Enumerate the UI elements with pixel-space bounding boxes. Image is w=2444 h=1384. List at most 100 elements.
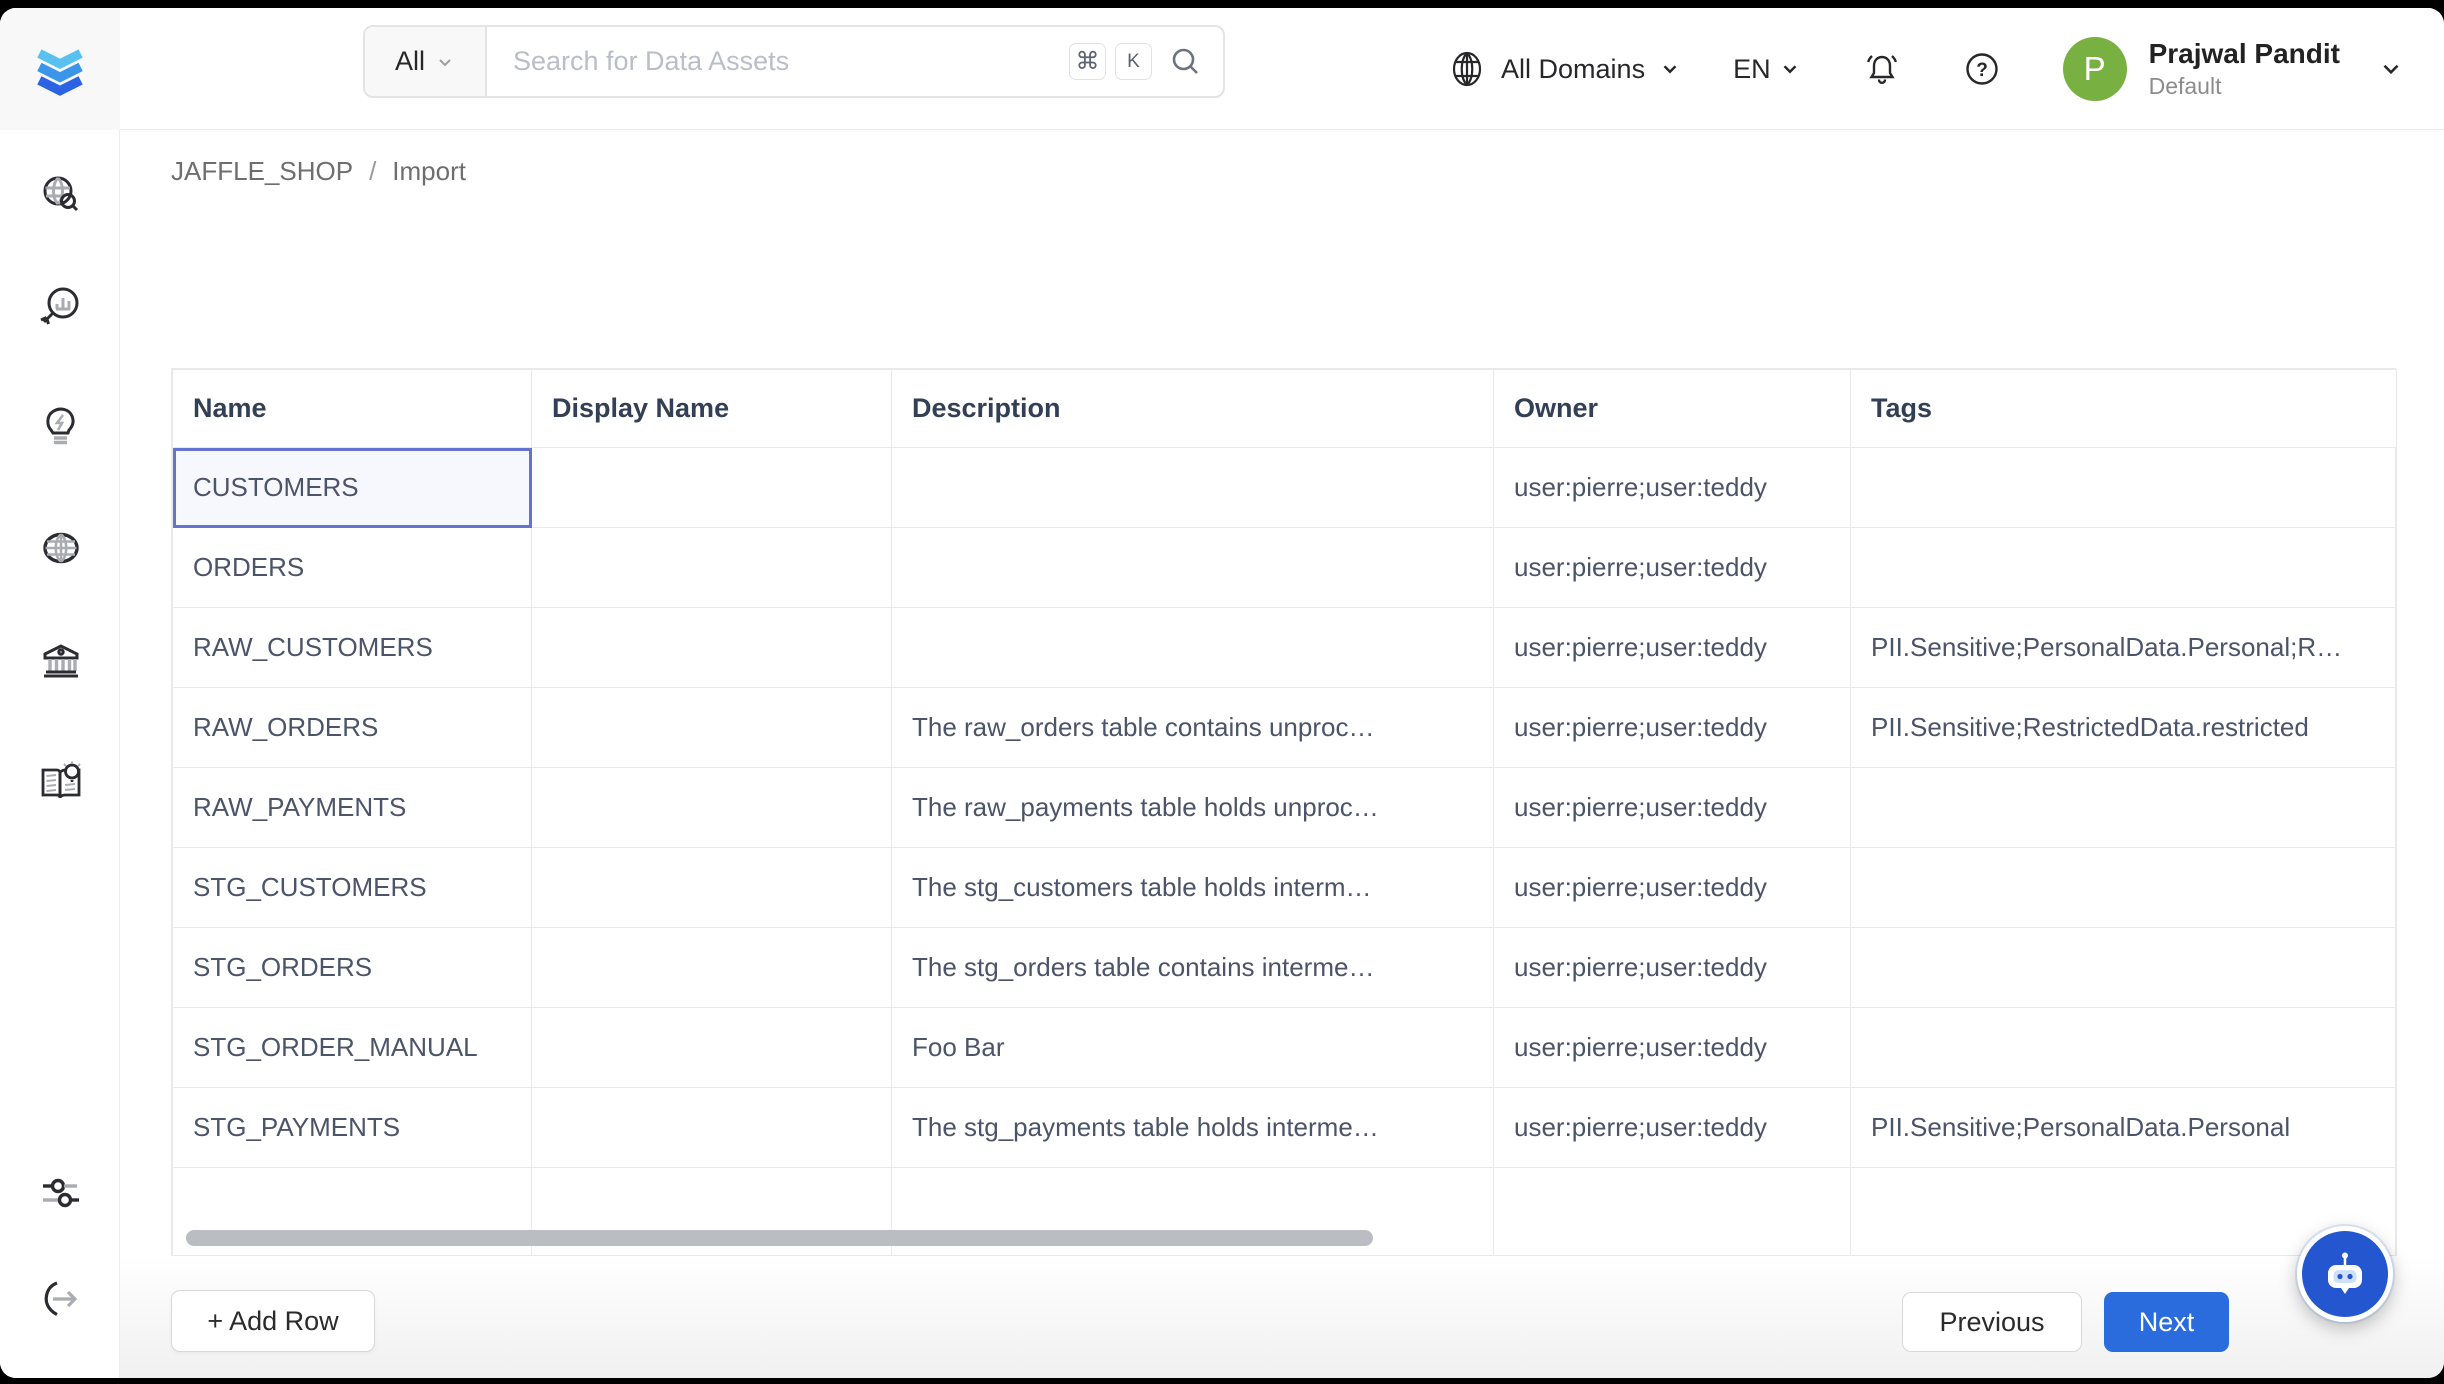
global-search: All ⌘ K — [363, 25, 1225, 98]
cell-display-name[interactable] — [532, 768, 892, 848]
cell-name[interactable]: STG_ORDER_MANUAL — [173, 1008, 532, 1088]
cell-display-name[interactable] — [532, 1008, 892, 1088]
explore-icon — [37, 172, 85, 220]
search-input[interactable] — [487, 46, 1069, 77]
topbar: All ⌘ K All Domains — [120, 8, 2444, 130]
breadcrumb: JAFFLE_SHOP / Import — [171, 156, 466, 187]
cell-tags[interactable] — [1851, 448, 2397, 528]
cell-description[interactable]: The stg_payments table holds interme… — [892, 1088, 1494, 1168]
cell-owner[interactable]: user:pierre;user:teddy — [1494, 768, 1851, 848]
language-selector[interactable]: EN — [1733, 54, 1801, 85]
sidebar-item-domains[interactable] — [36, 523, 86, 573]
cell-tags[interactable] — [1851, 848, 2397, 928]
search-filter-select[interactable]: All — [365, 27, 487, 96]
sidebar-item-insights[interactable] — [36, 402, 86, 452]
cell-tags[interactable]: PII.Sensitive;PersonalData.Personal;R… — [1851, 608, 2397, 688]
cell-owner[interactable]: user:pierre;user:teddy — [1494, 688, 1851, 768]
globe-icon — [1447, 49, 1487, 89]
breadcrumb-current: Import — [392, 156, 466, 187]
cell-owner[interactable]: user:pierre;user:teddy — [1494, 448, 1851, 528]
cmd-key-badge: ⌘ — [1069, 43, 1106, 80]
table-row: STG_ORDER_MANUAL Foo Baruser:pierre;user:… — [173, 1008, 2397, 1088]
cell-name[interactable]: STG_ORDERS — [173, 928, 532, 1008]
cell-description[interactable]: The stg_customers table holds interm… — [892, 848, 1494, 928]
breadcrumb-separator: / — [369, 156, 376, 187]
cell-tags[interactable] — [1851, 1008, 2397, 1088]
cell-name[interactable]: ORDERS — [173, 528, 532, 608]
cell-tags[interactable] — [1851, 928, 2397, 1008]
cell-description[interactable]: Foo Bar — [892, 1008, 1494, 1088]
cell-tags[interactable] — [1851, 528, 2397, 608]
cell-description[interactable] — [892, 608, 1494, 688]
cell-owner[interactable]: user:pierre;user:teddy — [1494, 608, 1851, 688]
add-row-button[interactable]: + Add Row — [171, 1290, 375, 1352]
column-header-owner: Owner — [1494, 370, 1851, 448]
user-name: Prajwal Pandit — [2149, 37, 2340, 71]
cell-name[interactable]: RAW_ORDERS — [173, 688, 532, 768]
cell-owner[interactable]: user:pierre;user:teddy — [1494, 1008, 1851, 1088]
cell-description[interactable]: The raw_orders table contains unproc… — [892, 688, 1494, 768]
cell-display-name[interactable] — [532, 1088, 892, 1168]
sidebar-item-explore[interactable] — [36, 171, 86, 221]
cell-display-name[interactable] — [532, 688, 892, 768]
cell-name[interactable]: STG_CUSTOMERS — [173, 848, 532, 928]
avatar: P — [2063, 37, 2127, 101]
cell-display-name[interactable] — [532, 528, 892, 608]
column-header-tags: Tags — [1851, 370, 2397, 448]
cell-display-name[interactable] — [532, 848, 892, 928]
knowledge-center-icon — [37, 758, 85, 806]
logout-icon — [37, 1276, 85, 1324]
cell-tags[interactable] — [1851, 768, 2397, 848]
app-window: All ⌘ K All Domains — [0, 8, 2444, 1378]
notifications-button[interactable] — [1861, 48, 1903, 90]
cell-display-name[interactable] — [532, 928, 892, 1008]
user-menu[interactable]: P Prajwal Pandit Default — [2063, 37, 2404, 101]
govern-icon — [37, 637, 85, 685]
table-row: ORDERS user:pierre;user:teddy — [173, 528, 2397, 608]
sidebar-item-govern[interactable] — [36, 636, 86, 686]
sidebar-item-settings[interactable] — [36, 1169, 86, 1219]
k-key-badge: K — [1115, 43, 1152, 80]
table-row: STG_CUSTOMERS The stg_customers table hol… — [173, 848, 2397, 928]
cell-display-name[interactable] — [532, 448, 892, 528]
table-row: CUSTOMERS user:pierre;user:teddy — [173, 448, 2397, 528]
column-header-description: Description — [892, 370, 1494, 448]
breadcrumb-root[interactable]: JAFFLE_SHOP — [171, 156, 353, 187]
cell-name[interactable]: RAW_PAYMENTS — [173, 768, 532, 848]
cell-tags[interactable]: PII.Sensitive;RestrictedData.restricted — [1851, 688, 2397, 768]
search-icon[interactable] — [1169, 45, 1203, 79]
cell-owner[interactable]: user:pierre;user:teddy — [1494, 1088, 1851, 1168]
user-info: Prajwal Pandit Default — [2149, 37, 2340, 100]
cell-description[interactable] — [892, 448, 1494, 528]
chatbot-button[interactable] — [2297, 1226, 2393, 1322]
domain-selector[interactable]: All Domains — [1447, 49, 1681, 89]
cell-description[interactable]: The raw_payments table holds unproc… — [892, 768, 1494, 848]
cell-name[interactable]: RAW_CUSTOMERS — [173, 608, 532, 688]
previous-button[interactable]: Previous — [1902, 1292, 2082, 1352]
cell-description[interactable] — [892, 528, 1494, 608]
sidebar-item-knowledge-center[interactable] — [36, 757, 86, 807]
observability-icon — [37, 284, 85, 332]
cell-description[interactable]: The stg_orders table contains interme… — [892, 928, 1494, 1008]
table-row: RAW_PAYMENTS The raw_payments table holds… — [173, 768, 2397, 848]
app-logo[interactable] — [0, 8, 120, 130]
cell-owner[interactable]: user:pierre;user:teddy — [1494, 528, 1851, 608]
bell-icon — [1861, 48, 1903, 90]
domains-icon — [37, 524, 85, 572]
cell-tags[interactable]: PII.Sensitive;PersonalData.Personal — [1851, 1088, 2397, 1168]
language-label: EN — [1733, 54, 1771, 85]
cell-name[interactable]: STG_PAYMENTS — [173, 1088, 532, 1168]
sidebar-item-logout[interactable] — [36, 1275, 86, 1325]
cell-owner[interactable]: user:pierre;user:teddy — [1494, 928, 1851, 1008]
import-stepper: ✓ Upload CSV File Preview & Edit Update — [0, 204, 2444, 334]
sidebar — [0, 8, 120, 1378]
horizontal-scrollbar[interactable] — [186, 1230, 1373, 1246]
sidebar-item-observability[interactable] — [36, 283, 86, 333]
cell-display-name[interactable] — [532, 608, 892, 688]
table-row: RAW_ORDERS The raw_orders table contains … — [173, 688, 2397, 768]
next-button[interactable]: Next — [2104, 1292, 2229, 1352]
cell-owner[interactable]: user:pierre;user:teddy — [1494, 848, 1851, 928]
help-button[interactable]: ? — [1961, 48, 2003, 90]
cell-name[interactable]: CUSTOMERS — [173, 448, 532, 528]
cell-empty[interactable] — [1494, 1168, 1851, 1256]
